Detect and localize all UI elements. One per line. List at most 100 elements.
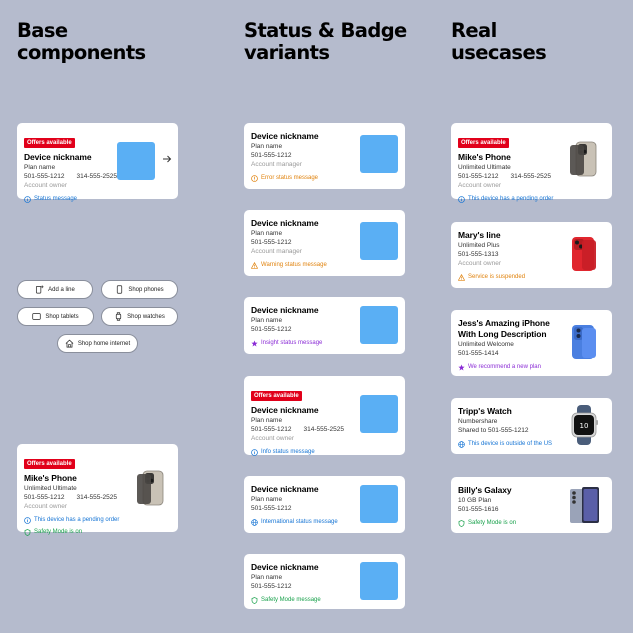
device-image-placeholder (360, 135, 398, 173)
device-card-mikes-phone[interactable]: Offers available Mike's Phone Unlimited … (17, 444, 178, 532)
account-role: Account owner (251, 435, 294, 442)
pill-label: Add a line (48, 286, 75, 293)
status-text: Info status message (261, 449, 315, 455)
device-image-placeholder (360, 562, 398, 600)
status-text: This device is outside of the US (468, 441, 553, 447)
usecase-card-billys-galaxy[interactable]: Billy's Galaxy 10 GB Plan 501-555-1616 S… (451, 477, 612, 533)
galaxy-phone-image (570, 487, 599, 523)
star-icon (251, 340, 258, 347)
offers-badge: Offers available (24, 138, 75, 148)
shop-watches-button[interactable]: Shop watches (101, 307, 178, 326)
usecase-card-mikes-phone[interactable]: Offers available Mike's Phone Unlimited … (451, 123, 612, 199)
usecase-card-jess-iphone[interactable]: Jess's Amazing iPhone With Long Descript… (451, 310, 612, 376)
add-a-line-button[interactable]: Add a line (17, 280, 93, 299)
pill-label: Shop home internet (77, 340, 131, 347)
red-phone-image (572, 237, 596, 271)
status-text: Safety Mode is on (468, 520, 517, 526)
globe-icon (458, 441, 465, 448)
status-text: Safety Mode is on (34, 529, 83, 535)
status-text: This device has a pending order (468, 196, 554, 202)
phone-number: 501-555-1212 (458, 173, 499, 180)
phone-number: 314-555-2525 (76, 494, 117, 501)
status-text: Error status message (261, 175, 319, 181)
info-icon (24, 517, 31, 524)
star-icon (458, 364, 465, 371)
status-message: Warning status message (251, 261, 398, 269)
phone-number: 501-555-1212 (24, 173, 65, 180)
device-card-base[interactable]: Offers available Device nickname Plan na… (17, 123, 178, 199)
phone-number: 314-555-2525 (303, 426, 344, 433)
pill-label: Shop tablets (45, 313, 79, 320)
status-text: We recommend a new plan (468, 364, 541, 370)
status-text: International status message (261, 519, 338, 525)
status-message: Service is suspended (458, 273, 605, 281)
status-text: Warning status message (261, 262, 327, 268)
blue-phone-image (572, 325, 596, 359)
phone-icon (117, 285, 123, 294)
pill-label: Shop phones (128, 286, 164, 293)
pill-label: Shop watches (127, 313, 165, 320)
variant-card-warning[interactable]: Device nickname Plan name 501-555-1212 A… (244, 210, 405, 276)
info-icon (458, 196, 465, 203)
device-image-placeholder (360, 306, 398, 344)
device-image-placeholder (117, 142, 155, 180)
status-message: This device has a pending order (24, 516, 171, 524)
offers-badge: Offers available (458, 138, 509, 148)
device-image-placeholder (360, 222, 398, 260)
error-icon (251, 175, 258, 182)
shield-icon (458, 520, 465, 527)
heading-line: components (17, 41, 146, 64)
heading-line: variants (244, 41, 330, 64)
watch-icon (116, 312, 122, 321)
tablet-icon (32, 313, 41, 320)
shop-tablets-button[interactable]: Shop tablets (17, 307, 94, 326)
status-message: This device has a pending order (458, 195, 605, 203)
variant-card-safety[interactable]: Device nickname Plan name 501-555-1212 S… (244, 554, 405, 609)
warning-icon (251, 262, 258, 269)
home-icon (65, 339, 74, 348)
shop-home-internet-button[interactable]: Shop home internet (57, 334, 138, 353)
phone-number: 314-555-2525 (76, 173, 117, 180)
variant-card-info[interactable]: Offers available Device nickname Plan na… (244, 376, 405, 455)
variant-card-insight[interactable]: Device nickname Plan name 501-555-1212 I… (244, 297, 405, 354)
account-role: Account owner (24, 182, 67, 189)
phone-number: 501-555-1212 (251, 426, 292, 433)
warning-icon (458, 274, 465, 281)
device-image-placeholder (360, 395, 398, 433)
status-message: We recommend a new plan (458, 363, 605, 371)
shop-phones-button[interactable]: Shop phones (101, 280, 178, 299)
add-device-icon (36, 285, 44, 294)
svg-text:10: 10 (580, 422, 589, 430)
offers-badge: Offers available (251, 391, 302, 401)
phone-number: 314-555-2525 (510, 173, 551, 180)
heading-base-components: Base components (17, 20, 146, 64)
variant-card-error[interactable]: Device nickname Plan name 501-555-1212 A… (244, 123, 405, 189)
account-role: Account owner (458, 182, 501, 189)
heading-line: Base (17, 19, 68, 42)
shield-icon (251, 597, 258, 604)
variant-card-international[interactable]: Device nickname Plan name 501-555-1212 I… (244, 476, 405, 533)
titanium-phone-image (570, 141, 597, 177)
phone-number: 501-555-1212 (24, 494, 65, 501)
status-text: Insight status message (261, 340, 323, 346)
status-text: Status message (34, 196, 78, 202)
status-text: Service is suspended (468, 274, 526, 280)
status-message: Error status message (251, 174, 398, 182)
info-icon (24, 196, 31, 203)
status-message: Safety Mode is on (24, 528, 171, 536)
usecase-card-marys-line[interactable]: Mary's line Unlimited Plus 501-555-1313 … (451, 222, 612, 288)
status-message: Status message (24, 195, 171, 203)
offers-badge: Offers available (24, 459, 75, 469)
heading-line: Real (451, 19, 497, 42)
globe-icon (251, 519, 258, 526)
arrow-right-icon[interactable] (162, 154, 172, 167)
status-message: Info status message (251, 448, 398, 456)
shield-icon (24, 529, 31, 536)
info-icon (251, 449, 258, 456)
heading-status-badge-variants: Status & Badge variants (244, 20, 407, 64)
usecase-card-tripps-watch[interactable]: Tripp's Watch Numbershare Shared to 501-… (451, 398, 612, 454)
heading-line: usecases (451, 41, 547, 64)
heading-line: Status & Badge (244, 19, 407, 42)
heading-real-usecases: Real usecases (451, 19, 547, 64)
titanium-phone-image (137, 470, 164, 506)
